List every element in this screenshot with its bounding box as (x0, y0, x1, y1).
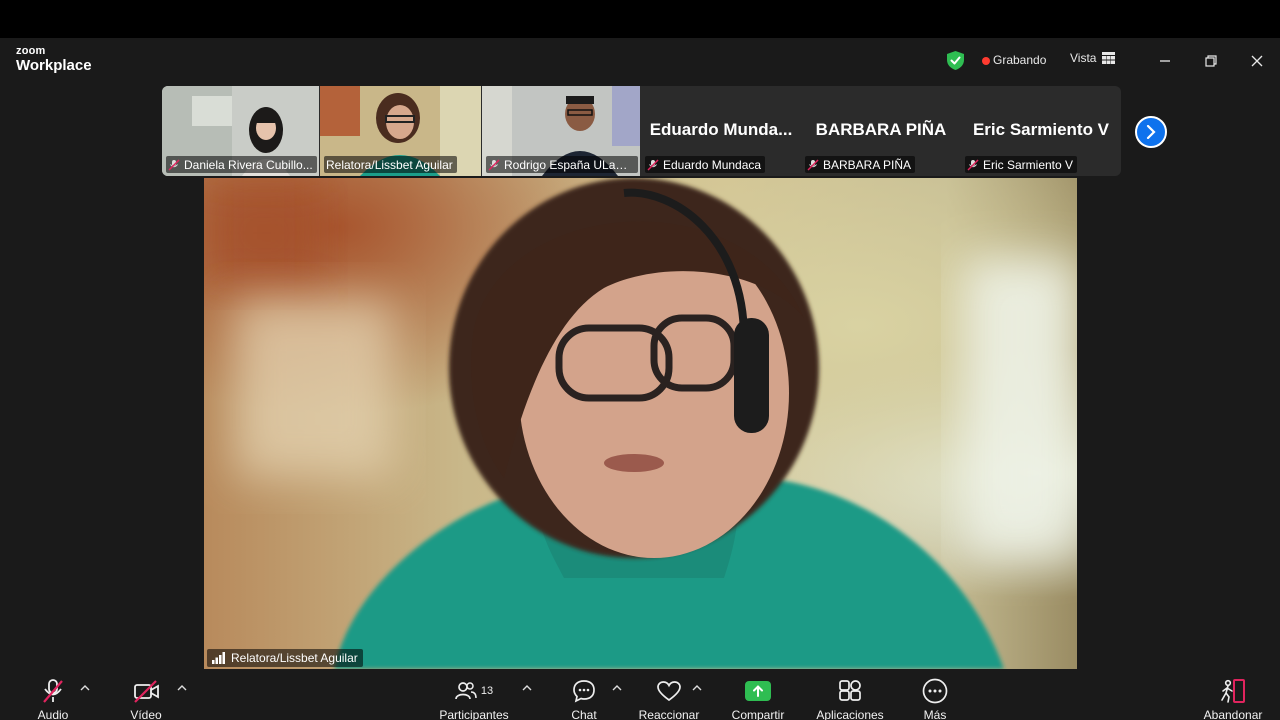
mic-muted-icon (967, 158, 979, 171)
more-button[interactable]: Más (918, 678, 952, 720)
react-label: Reaccionar (638, 708, 700, 720)
participants-icon (455, 682, 477, 700)
participant-name: Eric Sarmiento V (983, 157, 1074, 172)
participant-tile[interactable]: BARBARA PIÑA BARBARA PIÑA (801, 86, 961, 176)
chat-options-caret-icon[interactable] (612, 684, 622, 692)
react-button[interactable]: Reaccionar (638, 678, 700, 720)
mic-muted-icon (647, 158, 659, 171)
restore-icon (1205, 55, 1217, 67)
participant-name: BARBARA PIÑA (823, 157, 912, 172)
minimize-icon (1160, 60, 1170, 62)
participant-tile[interactable]: Eric Sarmiento V Eric Sarmiento V (961, 86, 1121, 176)
close-icon (1251, 55, 1263, 67)
share-screen-icon (745, 681, 771, 701)
more-label: Más (923, 708, 947, 720)
apps-label: Aplicaciones (816, 708, 884, 720)
recording-dot-icon (982, 57, 990, 65)
next-page-button[interactable] (1135, 116, 1167, 148)
participant-name-tag: Eric Sarmiento V (965, 156, 1078, 173)
speaker-figure (204, 178, 1077, 669)
chat-button[interactable]: Chat (566, 678, 602, 720)
mic-muted-icon (807, 158, 819, 171)
video-off-icon (134, 680, 159, 703)
participant-name: Daniela Rivera Cubillo... (184, 157, 313, 172)
heart-icon (657, 681, 681, 702)
more-icon (922, 678, 948, 704)
grid-icon (1102, 52, 1116, 64)
participant-name-tag: Daniela Rivera Cubillo... (166, 156, 317, 173)
participant-tile[interactable]: Daniela Rivera Cubillo... (162, 86, 319, 176)
participant-name-tag: Relatora/Lissbet Aguilar (324, 156, 457, 173)
mic-muted-icon (168, 158, 180, 171)
participant-name: Rodrigo España ULagos (504, 157, 634, 172)
participant-display-name: BARBARA PIÑA (815, 120, 947, 139)
chat-icon (573, 680, 595, 703)
participant-tile[interactable]: Eduardo Munda... Eduardo Mundaca (641, 86, 801, 176)
participants-count: 13 (480, 685, 494, 697)
connection-signal-icon (212, 652, 225, 664)
participant-name: Relatora/Lissbet Aguilar (326, 157, 453, 172)
restore-button[interactable] (1200, 50, 1222, 72)
participant-name-tag: BARBARA PIÑA (805, 156, 916, 173)
participant-display-name: Eric Sarmiento V (972, 120, 1110, 139)
participant-strip: Daniela Rivera Cubillo... Relatora/Lissb… (162, 86, 1121, 176)
apps-button[interactable]: Aplicaciones (814, 678, 886, 720)
chevron-right-icon (1146, 125, 1156, 139)
video-options-caret-icon[interactable] (177, 684, 187, 692)
view-button[interactable]: Vista (1070, 51, 1116, 65)
video-button[interactable]: Vídeo (127, 678, 165, 720)
encryption-shield-icon[interactable] (947, 51, 964, 70)
title-bar: zoom Workplace Grabando Vista (0, 38, 1280, 84)
react-options-caret-icon[interactable] (692, 684, 702, 692)
speaker-name-tag: Relatora/Lissbet Aguilar (207, 649, 363, 667)
mic-muted-icon (43, 679, 63, 703)
participants-button[interactable]: 13 Participantes (436, 678, 512, 720)
participants-label: Participantes (439, 708, 509, 720)
audio-options-caret-icon[interactable] (80, 684, 90, 692)
participant-name: Eduardo Mundaca (663, 157, 762, 172)
participant-tile[interactable]: Rodrigo España ULagos (482, 86, 640, 176)
meeting-toolbar: Audio Vídeo 13 Participantes Chat Reacci… (0, 670, 1280, 720)
leave-button[interactable]: Abandonar (1200, 678, 1266, 720)
participant-tile-active[interactable]: Relatora/Lissbet Aguilar (320, 86, 481, 176)
leave-label: Abandonar (1203, 708, 1263, 720)
minimize-button[interactable] (1154, 50, 1176, 72)
leave-icon (1221, 679, 1245, 703)
view-label: Vista (1070, 51, 1097, 65)
audio-button[interactable]: Audio (34, 678, 72, 720)
mic-muted-icon (488, 158, 500, 171)
zoom-logo: zoom Workplace (16, 45, 92, 74)
close-button[interactable] (1246, 50, 1268, 72)
main-speaker-video: Relatora/Lissbet Aguilar (204, 178, 1077, 669)
participant-name-tag: Eduardo Mundaca (645, 156, 766, 173)
video-label: Vídeo (130, 708, 162, 720)
chat-label: Chat (571, 708, 597, 720)
participants-options-caret-icon[interactable] (522, 684, 532, 692)
share-label: Compartir (731, 708, 785, 720)
speaker-name: Relatora/Lissbet Aguilar (231, 651, 358, 665)
audio-label: Audio (37, 708, 69, 720)
top-black-strip (0, 0, 1280, 38)
share-button[interactable]: Compartir (728, 678, 788, 720)
recording-label[interactable]: Grabando (993, 53, 1046, 67)
participant-name-tag: Rodrigo España ULagos (486, 156, 638, 173)
apps-icon (839, 680, 861, 701)
brand-zoom: zoom (16, 45, 46, 57)
brand-workplace: Workplace (16, 57, 92, 74)
participant-display-name: Eduardo Munda... (649, 120, 793, 139)
